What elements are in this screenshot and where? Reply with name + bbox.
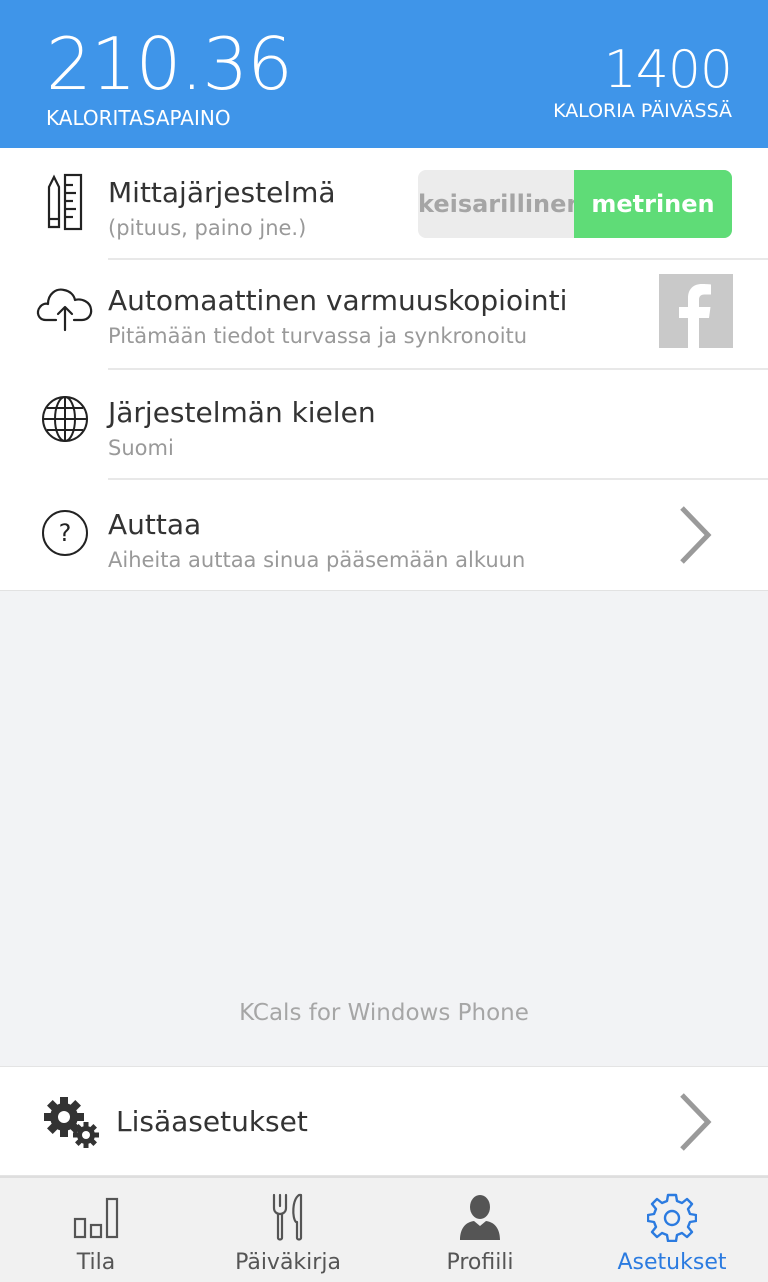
chevron-right-icon[interactable] bbox=[672, 500, 718, 570]
imperial-option[interactable]: keisarillinen bbox=[418, 170, 574, 238]
units-setting-row: Mittajärjestelmä (pituus, paino jne.) ke… bbox=[0, 148, 768, 258]
bar-chart-icon bbox=[66, 1192, 126, 1242]
language-value: Suomi bbox=[108, 436, 174, 460]
gears-icon bbox=[42, 1095, 104, 1151]
cloud-upload-icon bbox=[34, 276, 96, 338]
help-setting-row[interactable]: ? Auttaa Aiheita auttaa sinua pääsemään … bbox=[0, 480, 768, 590]
fork-knife-icon bbox=[258, 1192, 318, 1242]
nav-label: Tila bbox=[76, 1250, 116, 1275]
ruler-pencil-icon bbox=[34, 172, 96, 234]
calorie-balance: 210.36 KALORITASAPAINO bbox=[46, 22, 293, 130]
nav-label: Asetukset bbox=[617, 1250, 727, 1275]
calorie-header: 210.36 KALORITASAPAINO 1400 KALORIA PÄIV… bbox=[0, 0, 768, 148]
calorie-balance-value: 210.36 bbox=[46, 22, 293, 106]
units-subtitle: (pituus, paino jne.) bbox=[108, 216, 307, 240]
daily-calories: 1400 KALORIA PÄIVÄSSÄ bbox=[553, 40, 733, 122]
advanced-settings-label: Lisäasetukset bbox=[116, 1105, 308, 1138]
units-title: Mittajärjestelmä bbox=[108, 176, 336, 209]
backup-setting-row[interactable]: Automaattinen varmuuskopiointi Pitämään … bbox=[0, 260, 768, 370]
help-subtitle: Aiheita auttaa sinua pääsemään alkuun bbox=[108, 548, 526, 572]
nav-paivakirja[interactable]: Päiväkirja bbox=[192, 1178, 384, 1282]
chevron-right-icon[interactable] bbox=[672, 1087, 718, 1157]
backup-subtitle: Pitämään tiedot turvassa ja synkronoitu bbox=[108, 324, 528, 348]
calorie-balance-label: KALORITASAPAINO bbox=[46, 106, 231, 130]
help-title: Auttaa bbox=[108, 508, 202, 541]
nav-tila[interactable]: Tila bbox=[0, 1178, 192, 1282]
backup-title: Automaattinen varmuuskopiointi bbox=[108, 284, 568, 317]
bottom-navigation: Tila Päiväkirja Profiili Asetukset bbox=[0, 1176, 768, 1282]
nav-asetukset[interactable]: Asetukset bbox=[576, 1178, 768, 1282]
advanced-settings-row[interactable]: Lisäasetukset bbox=[0, 1066, 768, 1176]
units-toggle[interactable]: keisarillinen metrinen bbox=[418, 170, 732, 238]
language-setting-row[interactable]: Järjestelmän kielen Suomi bbox=[0, 370, 768, 480]
daily-calories-value: 1400 bbox=[603, 40, 733, 100]
nav-label: Päiväkirja bbox=[235, 1250, 341, 1275]
svg-text:?: ? bbox=[59, 519, 72, 547]
settings-list: Mittajärjestelmä (pituus, paino jne.) ke… bbox=[0, 148, 768, 591]
question-icon: ? bbox=[34, 502, 96, 564]
person-icon bbox=[450, 1192, 510, 1242]
app-footer-text: KCals for Windows Phone bbox=[239, 1000, 529, 1026]
language-title: Järjestelmän kielen bbox=[108, 396, 376, 429]
globe-icon bbox=[34, 388, 96, 450]
daily-calories-label: KALORIA PÄIVÄSSÄ bbox=[553, 100, 732, 122]
facebook-icon[interactable] bbox=[659, 274, 733, 348]
nav-label: Profiili bbox=[446, 1250, 514, 1275]
metric-option[interactable]: metrinen bbox=[574, 170, 732, 238]
gear-icon bbox=[642, 1192, 702, 1242]
nav-profiili[interactable]: Profiili bbox=[384, 1178, 576, 1282]
